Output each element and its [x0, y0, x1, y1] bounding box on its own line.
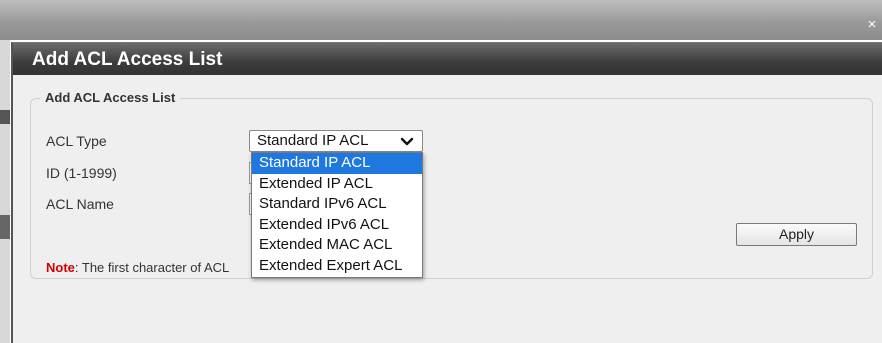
dropdown-option[interactable]: Extended IPv6 ACL [252, 215, 422, 236]
dropdown-option[interactable]: Extended IP ACL [252, 174, 422, 195]
dropdown-option[interactable]: Standard IPv6 ACL [252, 194, 422, 215]
dropdown-option[interactable]: Extended MAC ACL [252, 235, 422, 256]
dropdown-option[interactable]: Extended Expert ACL [252, 256, 422, 277]
chevron-down-icon [400, 137, 414, 146]
dropdown-option[interactable]: Standard IP ACL [252, 153, 422, 174]
dialog-title: Add ACL Access List [32, 49, 223, 70]
note-text: Note: The first character of ACL [46, 260, 229, 275]
note-label: Note [46, 260, 75, 275]
background-strip [0, 40, 10, 343]
background-fragment [0, 110, 10, 124]
note-body: : The first character of ACL [74, 260, 230, 275]
dialog-header: Add ACL Access List [13, 43, 882, 75]
close-icon[interactable]: × [864, 17, 880, 33]
acl-type-label: ACL Type [46, 133, 107, 149]
add-acl-dialog: Add ACL Access List Add ACL Access List … [11, 42, 882, 343]
form-fieldset: Add ACL Access List [30, 90, 873, 279]
acl-type-dropdown-list: Standard IP ACL Extended IP ACL Standard… [251, 152, 423, 278]
window-top-bar: × [0, 0, 882, 40]
acl-type-selected-value: Standard IP ACL [257, 132, 369, 149]
acl-name-label: ACL Name [46, 196, 114, 212]
acl-type-select[interactable]: Standard IP ACL [249, 130, 423, 152]
apply-button[interactable]: Apply [736, 223, 857, 246]
id-label: ID (1-1999) [46, 165, 117, 181]
background-fragment [0, 215, 10, 239]
fieldset-legend: Add ACL Access List [40, 90, 181, 105]
